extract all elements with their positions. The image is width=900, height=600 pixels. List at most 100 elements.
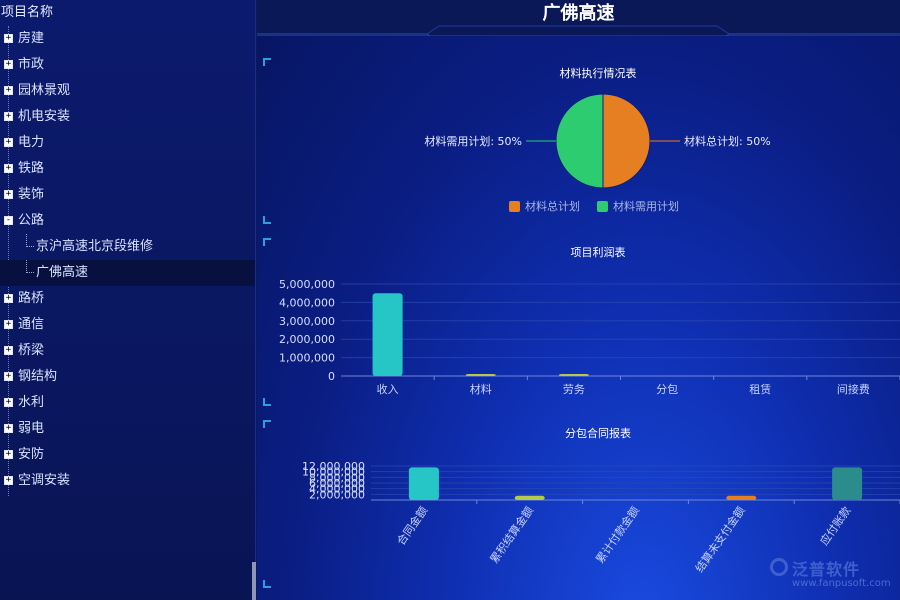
- tree-item-label: 京沪高速北京段维修: [36, 239, 154, 254]
- y-tick-label: 12,000,000: [302, 460, 365, 473]
- x-tick-label: 累计付款金额: [593, 504, 642, 566]
- tree-items: + 房建 + 市政 + 园林景观 + 机电安装 + 电力 + 铁路 + 装饰 - 公路京沪高速北京段维修 广佛高…: [0, 26, 255, 494]
- expand-icon[interactable]: +: [4, 476, 13, 485]
- tree-item-label: 安防: [18, 447, 45, 462]
- tree-item[interactable]: + 铁路: [0, 156, 255, 182]
- tree-header: 项目名称: [1, 5, 54, 20]
- project-profit-panel: 项目利润表 0 1,000,000 2,000,000 3,000,000 4,000,…: [263, 238, 900, 406]
- tree-item-label: 水利: [18, 395, 45, 410]
- tree-item[interactable]: + 弱电: [0, 416, 255, 442]
- page-title: 广佛高速: [542, 3, 615, 24]
- x-tick-label: 劳务: [563, 383, 585, 396]
- watermark-url: www.fanpusoft.com: [792, 578, 891, 589]
- x-tick-label: 分包: [656, 383, 678, 396]
- x-tick-label: 间接费: [837, 383, 870, 396]
- brand-logo-icon: [770, 558, 788, 576]
- expand-icon[interactable]: +: [4, 138, 13, 147]
- tree-item-label: 弱电: [18, 421, 45, 436]
- watermark-name: 泛普软件: [792, 560, 861, 579]
- tree-item[interactable]: + 路桥: [0, 286, 255, 312]
- tree-item[interactable]: + 装饰: [0, 182, 255, 208]
- expand-icon[interactable]: +: [4, 190, 13, 199]
- dashboard-main: 广佛高速 材料执行情况表 材料总计划: 50% 材料需用计划: 50% 材料总计划材…: [257, 0, 900, 600]
- bar: [408, 467, 439, 500]
- pie-slice: [602, 93, 651, 189]
- watermark: 泛普软件 www.fanpusoft.com: [770, 556, 900, 596]
- collapse-icon[interactable]: -: [4, 216, 13, 225]
- title-bar: 广佛高速: [257, 0, 900, 36]
- pie-label: 材料需用计划: 50%: [424, 134, 522, 148]
- expand-icon[interactable]: +: [4, 346, 13, 355]
- tree-item-label: 广佛高速: [36, 265, 89, 280]
- legend-label: 材料需用计划: [613, 199, 679, 213]
- bar: [558, 374, 589, 376]
- expand-icon[interactable]: +: [4, 34, 13, 43]
- tree-item-label: 装饰: [18, 187, 45, 202]
- project-tree-sidebar: 项目名称 + 房建 + 市政 + 园林景观 + 机电安装 + 电力 + 铁路 + 装饰 - 公路京沪高速北京段…: [0, 0, 256, 600]
- x-tick-label: 材料: [470, 382, 492, 396]
- bar: [726, 495, 757, 500]
- expand-icon[interactable]: +: [4, 450, 13, 459]
- expand-icon[interactable]: +: [4, 294, 13, 303]
- material-pie-chart: 材料总计划: 50% 材料需用计划: 50% 材料总计划 材料需用计划: [424, 93, 771, 213]
- expand-icon[interactable]: +: [4, 86, 13, 95]
- expand-icon[interactable]: +: [4, 398, 13, 407]
- tree-branch-line: [26, 260, 34, 273]
- tree-item-label: 铁路: [18, 161, 45, 176]
- tree-item[interactable]: + 园林景观: [0, 78, 255, 104]
- tree-item[interactable]: 京沪高速北京段维修: [0, 234, 255, 260]
- expand-icon[interactable]: +: [4, 60, 13, 69]
- pie-label: 材料总计划: 50%: [684, 134, 771, 148]
- expand-icon[interactable]: +: [4, 424, 13, 433]
- sidebar-scrollbar[interactable]: [252, 562, 256, 600]
- bar: [465, 374, 496, 376]
- tree-item-label: 钢结构: [18, 369, 58, 384]
- tree-item-label: 通信: [18, 317, 45, 332]
- y-tick-label: 2,000,000: [279, 333, 335, 346]
- tree-item[interactable]: - 公路: [0, 208, 255, 234]
- x-tick-label: 收入: [377, 382, 399, 396]
- y-tick-label: 3,000,000: [279, 315, 335, 328]
- tree-item-label: 房建: [18, 31, 45, 46]
- bar: [514, 495, 545, 500]
- tree-item[interactable]: + 水利: [0, 390, 255, 416]
- y-tick-label: 5,000,000: [279, 278, 335, 291]
- tree-item[interactable]: + 钢结构: [0, 364, 255, 390]
- x-tick-label: 租赁: [749, 382, 771, 396]
- tree-item-label: 电力: [18, 135, 45, 150]
- legend-swatch: [509, 201, 520, 212]
- tree-item[interactable]: + 房建: [0, 26, 255, 52]
- expand-icon[interactable]: +: [4, 372, 13, 381]
- y-tick-label: 1,000,000: [279, 352, 335, 365]
- tree-item-label: 公路: [18, 213, 45, 228]
- tree-item[interactable]: + 电力: [0, 130, 255, 156]
- material-execution-panel: 材料执行情况表 材料总计划: 50% 材料需用计划: 50% 材料总计划 材料需用计划: [263, 58, 900, 224]
- tree-item-label: 市政: [18, 57, 45, 72]
- tree-item-label: 园林景观: [18, 83, 71, 98]
- x-tick-label: 合同金额: [394, 504, 431, 548]
- x-tick-label: 应付账款: [817, 504, 854, 548]
- pie-slice: [555, 93, 604, 189]
- y-tick-label: 0: [328, 370, 335, 383]
- tree-item-label: 路桥: [18, 291, 45, 306]
- tree-item[interactable]: + 空调安装: [0, 468, 255, 494]
- expand-icon[interactable]: +: [4, 320, 13, 329]
- expand-icon[interactable]: +: [4, 112, 13, 121]
- tree-item[interactable]: + 桥梁: [0, 338, 255, 364]
- tree-item[interactable]: + 安防: [0, 442, 255, 468]
- tree-item[interactable]: + 通信: [0, 312, 255, 338]
- tree-item-label: 桥梁: [18, 343, 45, 358]
- expand-icon[interactable]: +: [4, 164, 13, 173]
- tree-item-label: 空调安装: [18, 473, 71, 488]
- tree-item-label: 机电安装: [18, 109, 71, 124]
- tree-item[interactable]: 广佛高速: [0, 260, 255, 286]
- profit-bar-chart: 0 1,000,000 2,000,000 3,000,000 4,000,000 5,0…: [279, 278, 900, 396]
- y-tick-label: 4,000,000: [279, 296, 335, 309]
- bar: [372, 293, 403, 376]
- tree-item[interactable]: + 机电安装: [0, 104, 255, 130]
- tree-branch-line: [26, 234, 34, 247]
- tree-item[interactable]: + 市政: [0, 52, 255, 78]
- bar: [832, 467, 863, 500]
- x-tick-label: 结算未支付金额: [692, 504, 748, 575]
- legend-swatch: [597, 201, 608, 212]
